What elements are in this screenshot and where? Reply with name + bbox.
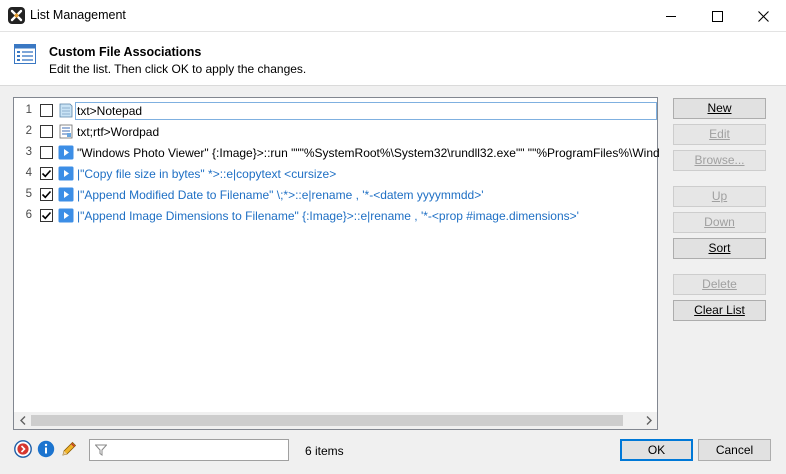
scroll-thumb[interactable]	[31, 415, 623, 426]
scroll-left-button[interactable]	[14, 412, 31, 429]
clear-list-button[interactable]: Clear List	[673, 300, 766, 321]
wordpad-icon	[58, 124, 74, 139]
sort-button[interactable]: Sort	[673, 238, 766, 259]
move-down-button[interactable]: Down	[673, 212, 766, 233]
list-item[interactable]: 6 |"Append Image Dimensions to Filename" …	[14, 205, 657, 226]
row-text: |"Append Image Dimensions to Filename" {…	[77, 209, 579, 223]
script-run-icon	[58, 145, 74, 160]
ok-button[interactable]: OK	[620, 439, 693, 461]
list-item[interactable]: 2 txt;rtf>Wordpad	[14, 121, 657, 142]
scroll-right-button[interactable]	[640, 412, 657, 429]
row-checkbox[interactable]	[40, 188, 53, 201]
row-number: 4	[25, 167, 32, 179]
associations-list[interactable]: 1 txt>Notepad 2 txt;rtf>Wordpad 3 "Windows Ph…	[13, 97, 660, 430]
list-item[interactable]: 5 |"Append Modified Date to Filename" \;*…	[14, 184, 657, 205]
title-bar: List Management	[0, 0, 786, 32]
move-up-button[interactable]: Up	[673, 186, 766, 207]
info-icon[interactable]	[37, 440, 55, 458]
row-text: txt;rtf>Wordpad	[77, 125, 160, 139]
edit-button[interactable]: Edit	[673, 124, 766, 145]
new-button[interactable]: New	[673, 98, 766, 119]
row-number: 5	[25, 188, 32, 200]
row-number: 2	[25, 125, 32, 137]
notepad-icon	[58, 103, 74, 118]
row-checkbox[interactable]	[40, 209, 53, 222]
row-checkbox[interactable]	[40, 104, 53, 117]
dialog-heading: Custom File Associations	[49, 45, 202, 59]
row-checkbox[interactable]	[40, 167, 53, 180]
row-number: 1	[25, 104, 32, 116]
row-number: 6	[25, 209, 32, 221]
run-script-icon[interactable]	[14, 440, 32, 458]
item-count: 6 items	[305, 444, 344, 458]
filter-input[interactable]	[89, 439, 289, 461]
browse-button[interactable]: Browse...	[673, 150, 766, 171]
window-title: List Management	[30, 8, 126, 22]
chevron-right-icon	[646, 416, 652, 425]
horizontal-scrollbar[interactable]	[14, 412, 657, 429]
close-button[interactable]	[740, 0, 786, 32]
minimize-button[interactable]	[648, 0, 694, 32]
chevron-left-icon	[19, 416, 25, 425]
maximize-button[interactable]	[694, 0, 740, 32]
row-text: |"Copy file size in bytes" *>::e|copytex…	[77, 167, 337, 181]
script-run-icon	[58, 187, 74, 202]
list-item[interactable]: 4 |"Copy file size in bytes" *>::e|copyte…	[14, 163, 657, 184]
row-text: "Windows Photo Viewer" {:Image}>::run ""…	[77, 146, 660, 160]
list-window-icon	[14, 44, 36, 64]
minimize-icon	[666, 16, 676, 17]
list-item[interactable]: 1 txt>Notepad	[14, 100, 657, 121]
dialog-header: Custom File Associations Edit the list. …	[0, 32, 786, 86]
dialog-instructions: Edit the list. Then click OK to apply th…	[49, 62, 307, 76]
maximize-icon	[711, 10, 723, 22]
pencil-icon[interactable]	[60, 440, 78, 458]
script-run-icon	[58, 166, 74, 181]
delete-button[interactable]: Delete	[673, 274, 766, 295]
row-number: 3	[25, 146, 32, 158]
close-icon	[757, 10, 769, 22]
cancel-button[interactable]: Cancel	[698, 439, 771, 461]
list-item[interactable]: 3 "Windows Photo Viewer" {:Image}>::run "…	[14, 142, 660, 163]
filter-funnel-icon	[95, 444, 107, 456]
row-text: txt>Notepad	[75, 102, 657, 120]
row-checkbox[interactable]	[40, 146, 53, 159]
xyplorer-app-icon	[8, 7, 25, 24]
row-text: |"Append Modified Date to Filename" \;*>…	[77, 188, 484, 202]
row-checkbox[interactable]	[40, 125, 53, 138]
script-run-icon	[58, 208, 74, 223]
